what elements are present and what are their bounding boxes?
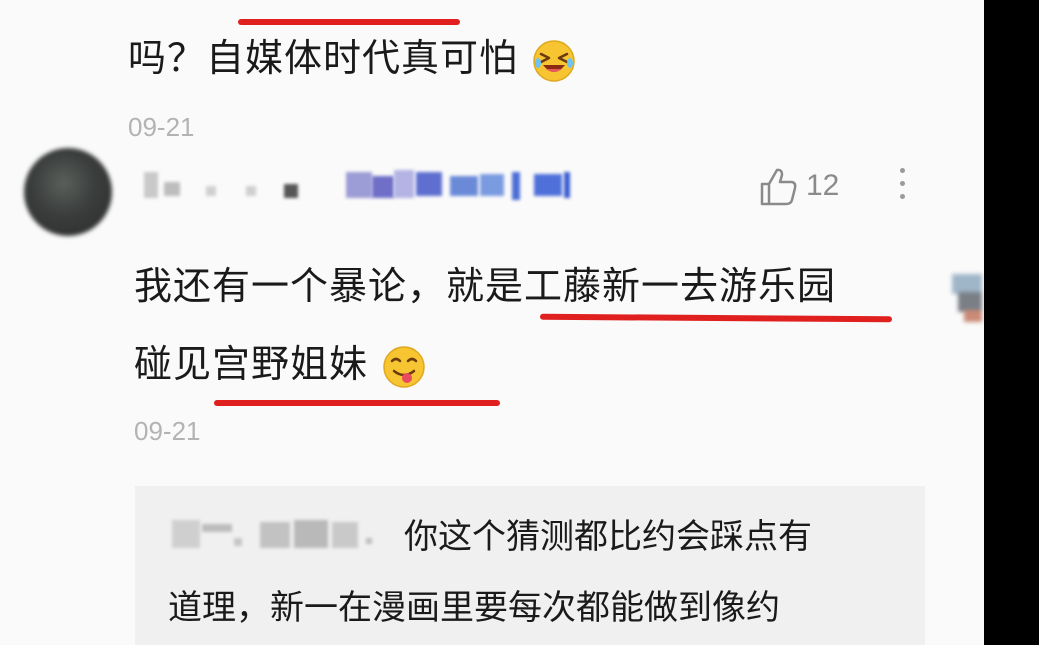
like-count: 12 bbox=[806, 169, 840, 202]
username-blurred[interactable] bbox=[140, 166, 590, 206]
annotation-underline-2 bbox=[214, 400, 500, 406]
thumbs-up-icon bbox=[760, 168, 797, 206]
more-options-icon[interactable] bbox=[892, 160, 912, 216]
user-avatar[interactable] bbox=[24, 148, 112, 236]
annotation-underline-1 bbox=[539, 313, 893, 323]
main-comment-line2: 碰见宫野姐妹 bbox=[134, 340, 426, 389]
yummy-tongue-face-icon bbox=[383, 345, 425, 388]
side-avatar-partial bbox=[948, 270, 984, 324]
prev-comment-date: 09-21 bbox=[128, 112, 195, 142]
reply-line1: 你这个猜测都比约会踩点有 bbox=[404, 517, 812, 557]
prev-comment-text-content: 吗？自媒体时代真可怕 bbox=[128, 36, 519, 80]
main-comment-line2-text: 碰见宫野姐妹 bbox=[134, 342, 369, 386]
laughing-tears-face-icon bbox=[533, 39, 575, 82]
like-button[interactable]: 12 bbox=[756, 164, 839, 208]
main-comment-date: 09-21 bbox=[134, 416, 201, 446]
main-comment-line1: 我还有一个暴论，就是工藤新一去游乐园 bbox=[134, 264, 837, 308]
annotation-underline-top bbox=[238, 19, 460, 25]
reply-line2: 道理，新一在漫画里要每次都能做到像约 bbox=[168, 588, 780, 628]
prev-comment-text: 吗？自媒体时代真可怕 bbox=[128, 34, 576, 83]
comment-feed: 吗？自媒体时代真可怕 09-21 12 我还有一个暴论，就是工藤新一去游乐园 碰… bbox=[0, 0, 984, 645]
reply-username-blurred[interactable] bbox=[168, 512, 378, 552]
